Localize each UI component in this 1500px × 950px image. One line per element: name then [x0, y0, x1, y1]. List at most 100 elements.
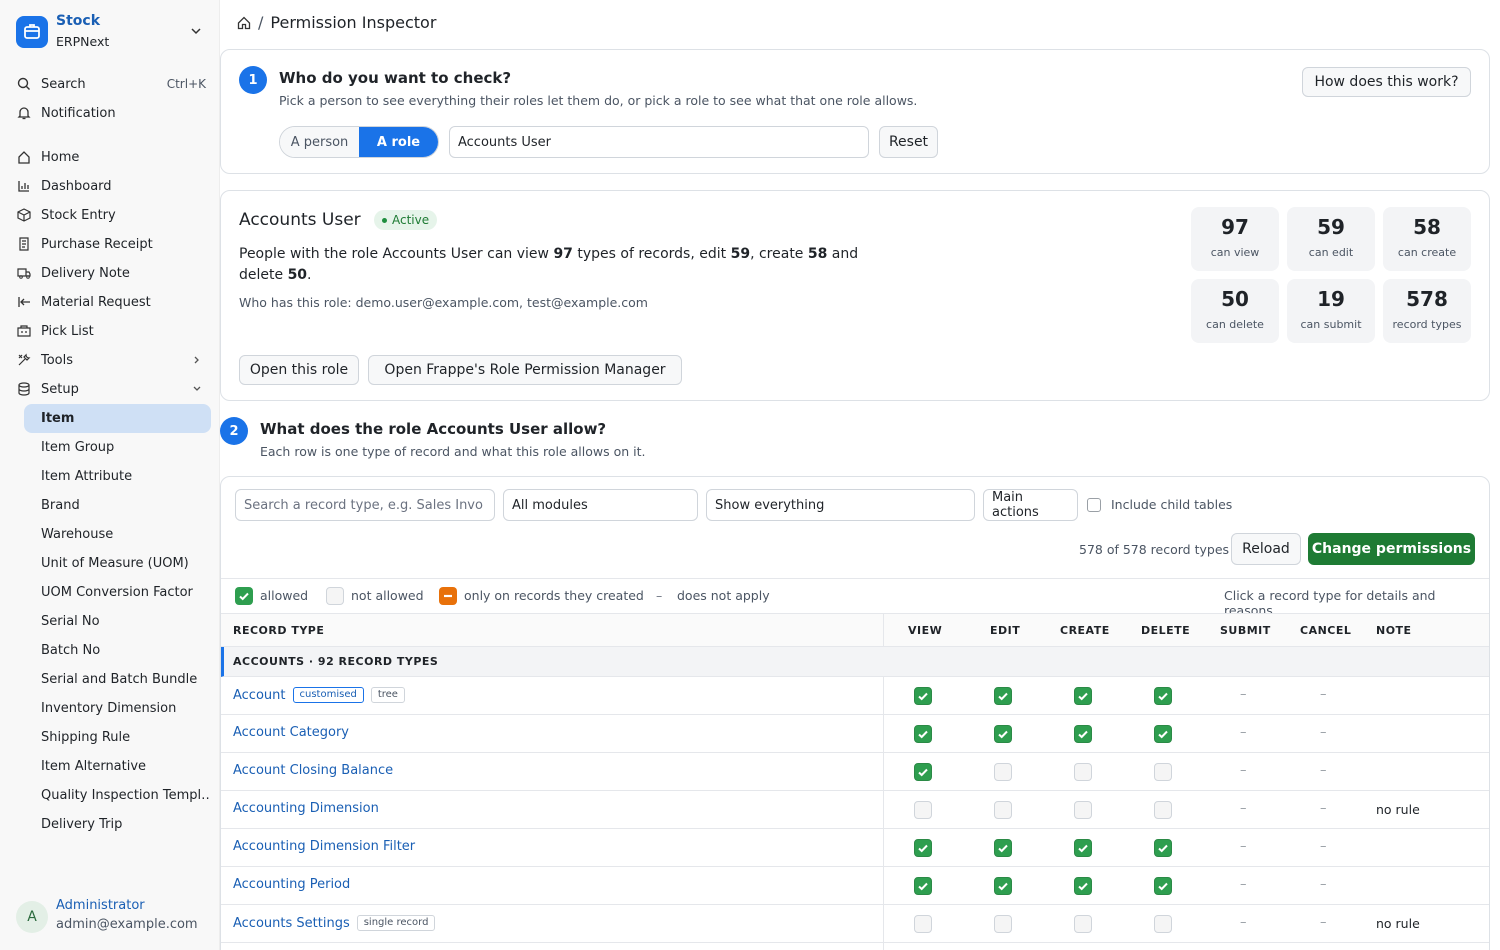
stat-can-edit: 59 can edit	[1287, 207, 1375, 271]
sidebar-item-setup[interactable]: Setup	[16, 376, 206, 402]
sidebar-item-item[interactable]: Item	[24, 404, 211, 433]
table-row[interactable]: Accounting Dimension Filter – –	[221, 829, 1489, 867]
view-not-allowed-checkbox[interactable]	[914, 915, 932, 933]
delete-allowed-checkbox[interactable]	[1154, 725, 1172, 743]
summary-edit-count: 59	[730, 246, 751, 262]
delete-not-allowed-checkbox[interactable]	[1154, 763, 1172, 781]
submit-not-applicable: –	[1240, 839, 1247, 854]
stat-label: record types	[1392, 318, 1462, 331]
open-role-button[interactable]: Open this role	[239, 355, 359, 385]
record-type-link[interactable]: Account Closing Balance	[233, 763, 393, 778]
table-row[interactable]: Accounting Dimension – – no rule	[221, 791, 1489, 829]
record-type-link[interactable]: Accounts Settings	[233, 916, 350, 931]
table-row[interactable]: Account Closing Balance – –	[221, 753, 1489, 791]
reset-button[interactable]: Reset	[879, 126, 938, 158]
sidebar-item-delivery-trip[interactable]: Delivery Trip	[24, 810, 211, 839]
include-child-tables-checkbox[interactable]	[1087, 498, 1101, 512]
record-type-link[interactable]: Accounting Dimension	[233, 801, 379, 816]
record-type-link[interactable]: Accounting Dimension Filter	[233, 839, 415, 854]
view-allowed-checkbox[interactable]	[914, 687, 932, 705]
change-permissions-button[interactable]: Change permissions	[1308, 533, 1475, 565]
sidebar-item-shipping-rule[interactable]: Shipping Rule	[24, 723, 211, 752]
home-icon[interactable]	[236, 15, 252, 31]
edit-not-allowed-checkbox[interactable]	[994, 915, 1012, 933]
sidebar-item-quality-inspection-template[interactable]: Quality Inspection Templ…	[24, 781, 211, 810]
stat-can-delete: 50 can delete	[1191, 279, 1279, 343]
user-menu[interactable]: A Administrator admin@example.com	[16, 898, 211, 934]
chart-icon	[16, 178, 32, 194]
toggle-role[interactable]: A role	[359, 127, 438, 157]
delete-allowed-checkbox[interactable]	[1154, 877, 1172, 895]
record-type-link[interactable]: Account Category	[233, 725, 349, 740]
sidebar-item-home[interactable]: Home	[16, 144, 206, 170]
edit-allowed-checkbox[interactable]	[994, 877, 1012, 895]
view-allowed-checkbox[interactable]	[914, 877, 932, 895]
sidebar-item-uom[interactable]: Unit of Measure (UOM)	[24, 549, 211, 578]
edit-not-allowed-checkbox[interactable]	[994, 801, 1012, 819]
app-switcher[interactable]: Stock ERPNext	[16, 13, 206, 53]
sidebar-item-serial-no[interactable]: Serial No	[24, 607, 211, 636]
sidebar-item-purchase-receipt[interactable]: Purchase Receipt	[16, 231, 206, 257]
sidebar-item-item-group[interactable]: Item Group	[24, 433, 211, 462]
create-allowed-checkbox[interactable]	[1074, 687, 1092, 705]
how-does-this-work-button[interactable]: How does this work?	[1302, 67, 1471, 97]
stat-label: can create	[1397, 246, 1457, 259]
record-type-link[interactable]: Accounting Period	[233, 877, 350, 892]
record-type-link[interactable]: Account	[233, 688, 286, 703]
sidebar-item-pick-list[interactable]: Pick List	[16, 318, 206, 344]
delete-allowed-checkbox[interactable]	[1154, 687, 1172, 705]
sidebar-item-item-alternative[interactable]: Item Alternative	[24, 752, 211, 781]
edit-not-allowed-checkbox[interactable]	[994, 763, 1012, 781]
delete-not-allowed-checkbox[interactable]	[1154, 915, 1172, 933]
create-not-allowed-checkbox[interactable]	[1074, 763, 1092, 781]
view-allowed-checkbox[interactable]	[914, 763, 932, 781]
sidebar-item-delivery-note[interactable]: Delivery Note	[16, 260, 206, 286]
view-allowed-checkbox[interactable]	[914, 725, 932, 743]
sidebar-item-uom-conversion-factor[interactable]: UOM Conversion Factor	[24, 578, 211, 607]
sidebar-item-batch-no[interactable]: Batch No	[24, 636, 211, 665]
table-row[interactable]: Accounting Period – –	[221, 867, 1489, 905]
record-type-search-input[interactable]	[235, 489, 495, 521]
sidebar-item-tools[interactable]: Tools	[16, 347, 206, 373]
edit-allowed-checkbox[interactable]	[994, 725, 1012, 743]
legend-allowed: allowed	[260, 588, 309, 603]
module-select[interactable]: All modules	[503, 489, 698, 521]
create-not-allowed-checkbox[interactable]	[1074, 915, 1092, 933]
th-record-type[interactable]: RECORD TYPE	[233, 624, 324, 637]
sidebar-item-inventory-dimension[interactable]: Inventory Dimension	[24, 694, 211, 723]
sidebar-item-warehouse[interactable]: Warehouse	[24, 520, 211, 549]
th-view: VIEW	[908, 624, 943, 637]
sidebar-item-serial-batch-bundle[interactable]: Serial and Batch Bundle	[24, 665, 211, 694]
open-role-permission-manager-button[interactable]: Open Frappe's Role Permission Manager	[368, 355, 682, 385]
create-allowed-checkbox[interactable]	[1074, 839, 1092, 857]
view-not-allowed-checkbox[interactable]	[914, 801, 932, 819]
toggle-person[interactable]: A person	[280, 127, 359, 157]
sidebar-item-material-request[interactable]: Material Request	[16, 289, 206, 315]
table-row[interactable]: Accounts Settings single record – – no rule	[221, 905, 1489, 943]
reload-button[interactable]: Reload	[1231, 533, 1301, 565]
sidebar-item-stock-entry[interactable]: Stock Entry	[16, 202, 206, 228]
delete-not-allowed-checkbox[interactable]	[1154, 801, 1172, 819]
search-link[interactable]: Search Ctrl+K	[16, 71, 206, 97]
create-allowed-checkbox[interactable]	[1074, 725, 1092, 743]
sidebar-item-brand[interactable]: Brand	[24, 491, 211, 520]
group-header: ACCOUNTS · 92 RECORD TYPES	[221, 647, 1489, 677]
show-filter-select[interactable]: Show everything	[706, 489, 975, 521]
summary-text: types of records, edit	[572, 246, 731, 262]
table-row[interactable]: Account customised tree – –	[221, 677, 1489, 715]
create-allowed-checkbox[interactable]	[1074, 877, 1092, 895]
allowed-icon	[235, 587, 253, 605]
delete-allowed-checkbox[interactable]	[1154, 839, 1172, 857]
create-not-allowed-checkbox[interactable]	[1074, 801, 1092, 819]
notification-link[interactable]: Notification	[16, 100, 206, 126]
edit-allowed-checkbox[interactable]	[994, 687, 1012, 705]
sidebar-item-item-attribute[interactable]: Item Attribute	[24, 462, 211, 491]
submit-not-applicable: –	[1240, 687, 1247, 702]
cancel-not-applicable: –	[1320, 763, 1327, 778]
edit-allowed-checkbox[interactable]	[994, 839, 1012, 857]
role-field[interactable]	[449, 126, 869, 158]
actions-select[interactable]: Main actions	[983, 489, 1078, 521]
table-row[interactable]: Account Category – –	[221, 715, 1489, 753]
view-allowed-checkbox[interactable]	[914, 839, 932, 857]
sidebar-item-dashboard[interactable]: Dashboard	[16, 173, 206, 199]
